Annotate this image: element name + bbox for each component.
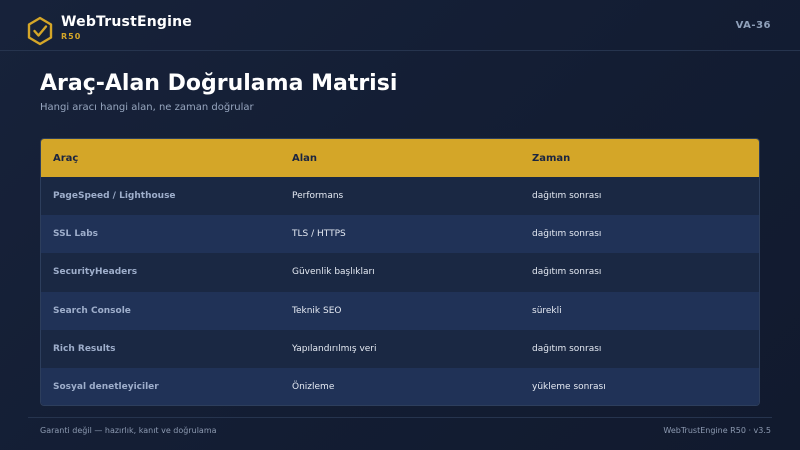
area-cell: Güvenlik başlıkları <box>292 267 375 278</box>
tool-cell: Search Console <box>53 305 131 316</box>
footer-divider <box>28 417 772 418</box>
matrix-table: Araç Alan Zaman PageSpeed / Lighthouse P… <box>40 138 760 406</box>
table-row: Rich Results Yapılandırılmış veri dağıtı… <box>41 329 759 368</box>
tool-cell: SecurityHeaders <box>53 267 138 278</box>
time-cell: sürekli <box>532 305 562 316</box>
table-header: Araç Alan Zaman <box>41 139 759 177</box>
table-row: SSL Labs TLS / HTTPS dağıtım sonrası <box>41 215 759 254</box>
brand-subtitle: R50 <box>61 32 82 41</box>
table-row: Sosyal denetleyiciler Önizleme yükleme s… <box>41 367 759 405</box>
page-title: Araç-Alan Doğrulama Matrisi <box>40 71 398 96</box>
table-row: SecurityHeaders Güvenlik başlıkları dağı… <box>41 253 759 292</box>
column-header-time: Zaman <box>532 152 571 164</box>
area-cell: Teknik SEO <box>292 305 342 316</box>
area-cell: TLS / HTTPS <box>292 229 346 240</box>
area-cell: Yapılandırılmış veri <box>292 343 377 354</box>
time-cell: dağıtım sonrası <box>532 191 602 202</box>
page-code: VA-36 <box>735 20 771 31</box>
page-subtitle: Hangi aracı hangi alan, ne zaman doğrula… <box>40 102 254 113</box>
header-bar: WebTrustEngine R50 VA-36 <box>0 0 800 51</box>
table-row: Search Console Teknik SEO sürekli <box>41 291 759 330</box>
footer-disclaimer: Garanti değil — hazırlık, kanıt ve doğru… <box>40 426 217 435</box>
area-cell: Performans <box>292 191 344 202</box>
column-header-tool: Araç <box>53 152 79 164</box>
footer-version: WebTrustEngine R50 · v3.5 <box>663 426 771 435</box>
shield-check-icon <box>27 16 53 46</box>
area-cell: Önizleme <box>292 382 335 393</box>
tool-cell: PageSpeed / Lighthouse <box>53 191 176 202</box>
tool-cell: Rich Results <box>53 343 116 354</box>
time-cell: dağıtım sonrası <box>532 343 602 354</box>
tool-cell: Sosyal denetleyiciler <box>53 382 159 393</box>
time-cell: dağıtım sonrası <box>532 229 602 240</box>
brand-name: WebTrustEngine <box>61 14 192 30</box>
time-cell: dağıtım sonrası <box>532 267 602 278</box>
table-row: PageSpeed / Lighthouse Performans dağıtı… <box>41 177 759 216</box>
column-header-area: Alan <box>292 152 318 164</box>
tool-cell: SSL Labs <box>53 229 99 240</box>
time-cell: yükleme sonrası <box>532 382 606 393</box>
